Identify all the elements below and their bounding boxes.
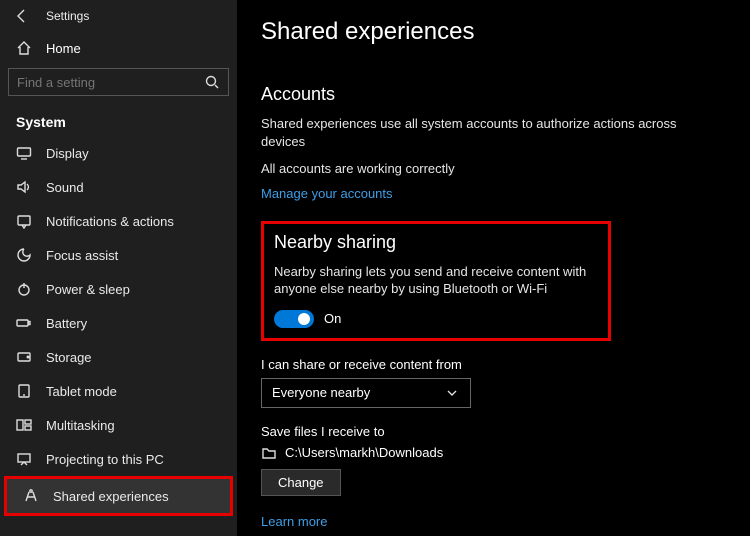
share-from-value: Everyone nearby (272, 385, 370, 400)
settings-title: Settings (46, 9, 89, 23)
chevron-down-icon (444, 385, 460, 401)
sidebar-item-label: Tablet mode (46, 384, 117, 399)
tablet-icon (16, 383, 32, 399)
save-to-path: C:\Users\markh\Downloads (285, 445, 443, 460)
folder-icon (261, 445, 277, 461)
shared-experiences-icon (23, 488, 39, 504)
sidebar: Settings Home System Display (0, 0, 237, 536)
focus-assist-icon (16, 247, 32, 263)
save-to-path-row: C:\Users\markh\Downloads (261, 445, 726, 461)
page-title: Shared experiences (261, 18, 726, 46)
sidebar-item-label: Storage (46, 350, 92, 365)
accounts-status: All accounts are working correctly (261, 160, 681, 178)
sidebar-item-label: Display (46, 146, 89, 161)
battery-icon (16, 315, 32, 331)
nearby-desc: Nearby sharing lets you send and receive… (274, 263, 598, 298)
storage-icon (16, 349, 32, 365)
share-from-label: I can share or receive content from (261, 357, 726, 372)
sidebar-item-multitasking[interactable]: Multitasking (0, 408, 237, 442)
multitasking-icon (16, 417, 32, 433)
titlebar: Settings (0, 0, 237, 30)
sidebar-item-storage[interactable]: Storage (0, 340, 237, 374)
search-input[interactable] (8, 68, 229, 96)
display-icon (16, 145, 32, 161)
home-link[interactable]: Home (0, 30, 237, 64)
home-icon (16, 40, 32, 56)
back-icon[interactable] (14, 8, 30, 24)
manage-accounts-link[interactable]: Manage your accounts (261, 186, 393, 201)
sidebar-item-focus-assist[interactable]: Focus assist (0, 238, 237, 272)
sidebar-item-label: Notifications & actions (46, 214, 174, 229)
content-pane: Shared experiences Accounts Shared exper… (237, 0, 750, 536)
sidebar-item-power-sleep[interactable]: Power & sleep (0, 272, 237, 306)
change-button[interactable]: Change (261, 469, 341, 496)
nearby-toggle-label: On (324, 311, 341, 326)
sidebar-item-display[interactable]: Display (0, 136, 237, 170)
sidebar-item-label: Projecting to this PC (46, 452, 164, 467)
save-to-label: Save files I receive to (261, 424, 726, 439)
sidebar-item-battery[interactable]: Battery (0, 306, 237, 340)
home-label: Home (46, 41, 81, 56)
accounts-title: Accounts (261, 84, 726, 105)
sidebar-item-notifications[interactable]: Notifications & actions (0, 204, 237, 238)
nearby-toggle[interactable] (274, 310, 314, 328)
sidebar-item-label: Shared experiences (53, 489, 169, 504)
search-icon (204, 74, 220, 90)
sidebar-item-label: Focus assist (46, 248, 118, 263)
notifications-icon (16, 213, 32, 229)
sidebar-item-tablet-mode[interactable]: Tablet mode (0, 374, 237, 408)
search-field[interactable] (17, 75, 204, 90)
projecting-icon (16, 451, 32, 467)
sidebar-item-label: Power & sleep (46, 282, 130, 297)
sound-icon (16, 179, 32, 195)
nearby-title: Nearby sharing (274, 232, 598, 253)
share-from-select[interactable]: Everyone nearby (261, 378, 471, 408)
power-icon (16, 281, 32, 297)
sidebar-item-sound[interactable]: Sound (0, 170, 237, 204)
sidebar-item-label: Multitasking (46, 418, 115, 433)
nearby-sharing-section: Nearby sharing Nearby sharing lets you s… (261, 221, 611, 341)
sidebar-item-label: Battery (46, 316, 87, 331)
learn-more-link[interactable]: Learn more (261, 514, 327, 529)
sidebar-item-projecting[interactable]: Projecting to this PC (0, 442, 237, 476)
sidebar-item-label: Sound (46, 180, 84, 195)
accounts-desc: Shared experiences use all system accoun… (261, 115, 681, 150)
nav-list: Display Sound Notifications & actions Fo… (0, 136, 237, 516)
section-label: System (0, 106, 237, 136)
sidebar-item-shared-experiences[interactable]: Shared experiences (7, 479, 230, 513)
